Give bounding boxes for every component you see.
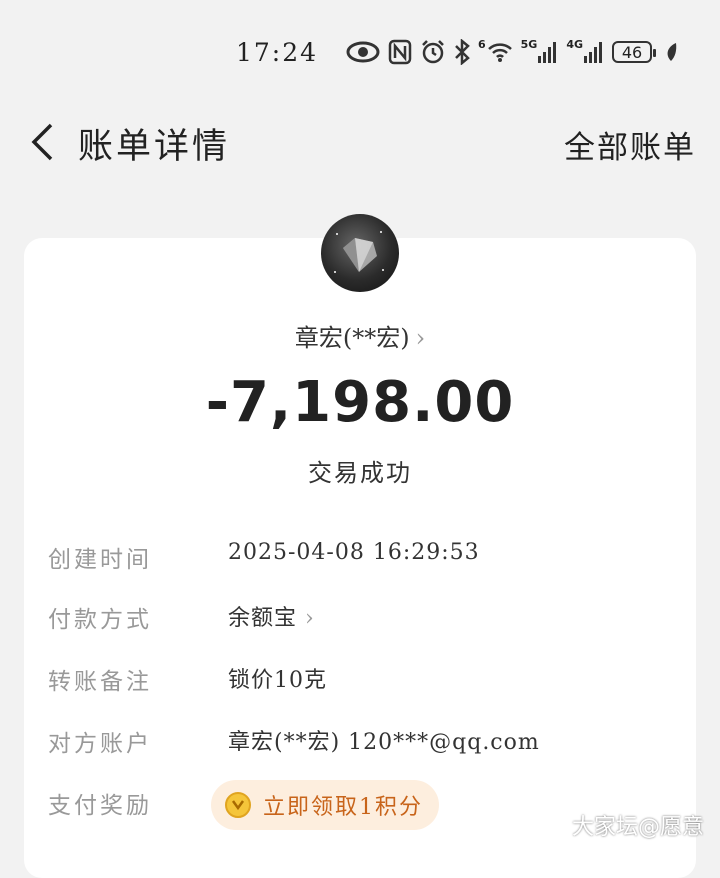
row-created-time: 创建时间 2025-04-08 16:29:53 (48, 540, 678, 580)
status-bar: 17:24 6 5G 4G 46 (0, 0, 720, 100)
avatar[interactable] (321, 214, 399, 292)
payment-method-value: 余额宝 (228, 606, 298, 631)
bill-detail-card: 章宏(**宏) › -7,198.00 交易成功 创建时间 2025-04-08 … (24, 214, 696, 878)
row-label: 支付奖励 (48, 793, 152, 819)
page-title: 账单详情 (78, 127, 231, 167)
chevron-left-icon (31, 123, 53, 161)
wifi-icon: 6 (478, 34, 513, 70)
payee-name[interactable]: 章宏(**宏) › (24, 318, 696, 353)
row-label: 转账备注 (48, 669, 152, 695)
battery-icon: 46 (612, 34, 657, 70)
row-value: 章宏(**宏) 120***@qq.com (228, 730, 540, 755)
row-value: 锁价10克 (228, 668, 327, 693)
status-icons: 6 5G 4G 46 (346, 34, 678, 70)
transaction-amount: -7,198.00 (205, 370, 515, 435)
row-counterparty-account: 对方账户 章宏(**宏) 120***@qq.com (48, 724, 678, 764)
row-label: 创建时间 (48, 547, 152, 573)
transaction-status: 交易成功 (308, 459, 412, 487)
chevron-right-icon: › (415, 324, 426, 352)
signal-4g-icon: 4G (566, 34, 604, 70)
chevron-right-icon: › (305, 606, 315, 631)
claim-points-label: 立即领取1积分 (263, 795, 423, 820)
status-time: 17:24 (236, 38, 319, 67)
row-label: 对方账户 (48, 731, 152, 757)
diamond-avatar-image (334, 231, 384, 273)
row-value: 2025-04-08 16:29:53 (228, 540, 480, 565)
signal-5g-icon: 5G (521, 34, 559, 70)
alarm-icon (420, 34, 446, 70)
row-payment-method[interactable]: 付款方式 余额宝 › (48, 600, 678, 640)
watermark: 大家坛@愿意 (571, 815, 704, 840)
payee-label: 章宏(**宏) (294, 324, 410, 352)
coin-icon (225, 792, 251, 818)
claim-points-button[interactable]: 立即领取1积分 (211, 780, 439, 830)
leaf-icon (664, 34, 678, 70)
bluetooth-icon (454, 34, 470, 70)
all-bills-link[interactable]: 全部账单 (564, 122, 696, 167)
back-button[interactable] (22, 120, 62, 164)
nav-header: 账单详情 全部账单 (0, 100, 720, 190)
eye-icon (346, 34, 380, 70)
nfc-icon (388, 34, 412, 70)
row-label: 付款方式 (48, 607, 152, 633)
row-transfer-note: 转账备注 锁价10克 (48, 662, 678, 702)
row-value: 余额宝 › (228, 600, 315, 632)
battery-level: 46 (612, 41, 657, 63)
